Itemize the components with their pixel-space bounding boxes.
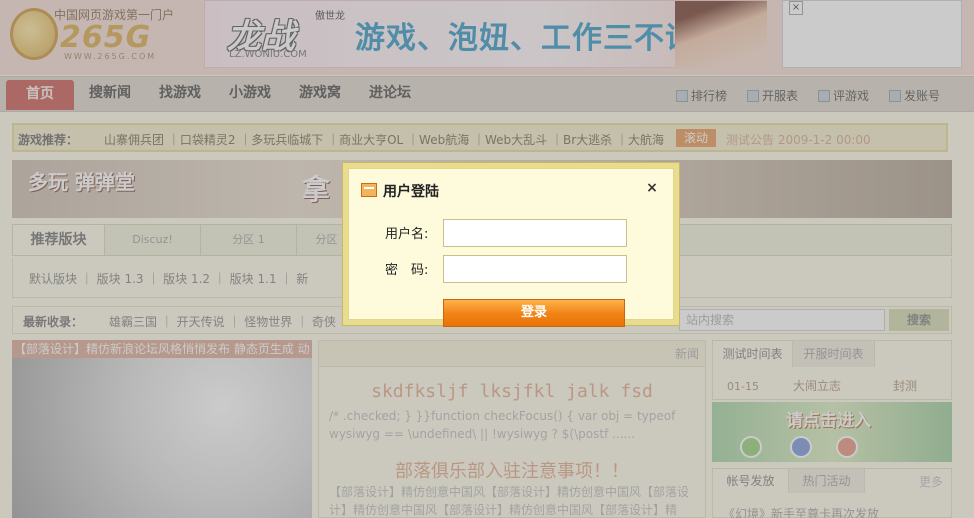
login-dialog-body: 用户登陆 × 用户名: 密 码: 登录 — [348, 168, 674, 327]
login-button[interactable]: 登录 — [443, 299, 625, 327]
username-label: 用户名: — [385, 227, 429, 242]
close-icon[interactable]: × — [643, 179, 661, 197]
password-input[interactable] — [443, 255, 627, 283]
username-input[interactable] — [443, 219, 627, 247]
login-dialog: 用户登陆 × 用户名: 密 码: 登录 — [342, 162, 680, 327]
password-label: 密 码: — [385, 263, 429, 278]
login-dialog-title: 用户登陆 — [383, 184, 439, 200]
login-icon — [361, 183, 377, 197]
